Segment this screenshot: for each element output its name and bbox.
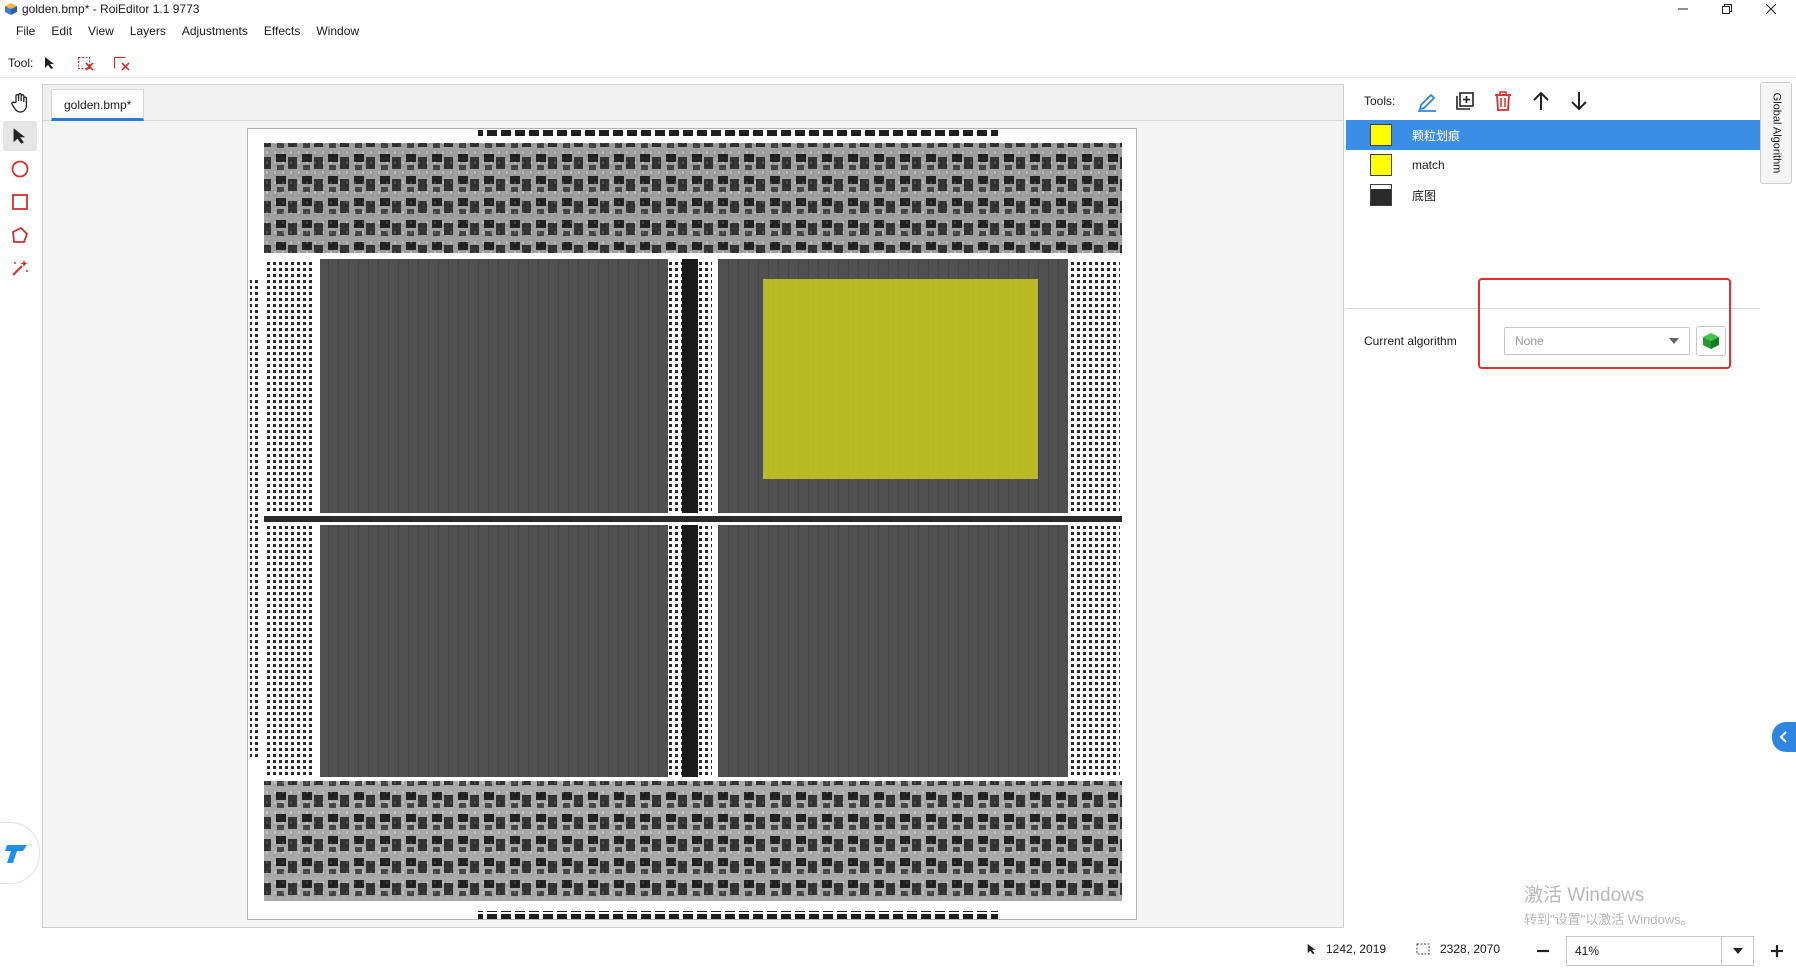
app-icon — [5, 3, 17, 15]
document-area: golden.bmp* — [42, 84, 1344, 928]
layer-name: 颗粒划痕 — [1412, 128, 1461, 143]
canvas-viewport[interactable] — [43, 122, 1343, 927]
layer-image-thumbnail — [1370, 184, 1392, 206]
hand-icon — [11, 93, 28, 113]
minimize-icon — [1678, 8, 1688, 10]
pointer-icon — [13, 128, 26, 144]
chevron-down-icon — [1669, 338, 1679, 344]
polygon-icon — [12, 226, 29, 243]
zoom-out-button[interactable] — [1528, 936, 1558, 966]
layer-color-swatch — [1370, 154, 1392, 176]
close-button[interactable] — [1748, 0, 1794, 18]
layer-item-match[interactable]: match — [1346, 150, 1760, 180]
pointer-icon — [45, 56, 55, 69]
window-title: golden.bmp* - RoiEditor 1.1 9773 — [22, 2, 200, 16]
pointer-tool-button[interactable] — [37, 51, 63, 75]
windows-activation-watermark: 激活 Windows 转到"设置"以激活 Windows。 — [1524, 880, 1694, 928]
selection-size-icon — [1416, 943, 1430, 955]
minimize-button[interactable] — [1660, 0, 1706, 18]
algorithm-row: Current algorithm None — [1346, 312, 1760, 370]
magic-wand-icon — [12, 260, 28, 276]
delete-all-button[interactable] — [109, 51, 135, 75]
document-tabs: golden.bmp* — [43, 85, 1343, 121]
tools-label: Tools: — [1364, 94, 1396, 108]
menu-file[interactable]: File — [8, 24, 43, 38]
chip-die-image — [248, 129, 1136, 919]
title-bar: golden.bmp* - RoiEditor 1.1 9773 — [0, 0, 1796, 18]
collapse-panel-button[interactable] — [1772, 722, 1796, 752]
menu-adjustments[interactable]: Adjustments — [174, 24, 256, 38]
polygon-tool-button[interactable] — [3, 220, 37, 250]
panel-divider — [1346, 308, 1760, 309]
global-algorithm-label: Global Algorithm — [1770, 92, 1782, 174]
minus-icon — [1537, 949, 1549, 953]
magic-wand-tool-button[interactable] — [3, 253, 37, 283]
hand-tool-button[interactable] — [3, 88, 37, 118]
layers-panel: Tools: 颗粒划痕 match 底图 Current algorithm N… — [1346, 84, 1760, 928]
menu-layers[interactable]: Layers — [122, 24, 174, 38]
restore-icon — [1722, 4, 1732, 14]
zoom-input[interactable]: 41% — [1566, 936, 1722, 966]
tab-golden-bmp[interactable]: golden.bmp* — [51, 89, 145, 121]
zoom-value: 41% — [1575, 944, 1600, 958]
watermark-line1: 激活 Windows — [1524, 885, 1645, 906]
circle-tool-button[interactable] — [3, 154, 37, 184]
layer-item-base-image[interactable]: 底图 — [1346, 180, 1760, 210]
delete-icon — [1495, 91, 1512, 111]
rectangle-icon — [12, 194, 28, 210]
tool-toolbar: Tool: — [0, 48, 1796, 78]
algorithm-value: None — [1515, 334, 1544, 348]
close-icon — [1766, 4, 1776, 14]
pointer-icon — [1307, 943, 1316, 955]
rectangle-tool-button[interactable] — [3, 187, 37, 217]
layer-name: match — [1412, 158, 1445, 172]
menu-edit[interactable]: Edit — [43, 24, 80, 38]
chevron-down-icon — [1732, 948, 1743, 954]
menu-effects[interactable]: Effects — [256, 24, 308, 38]
arrow-down-icon — [1571, 92, 1588, 111]
assistant-logo-icon — [5, 845, 27, 863]
add-layer-icon — [1456, 92, 1475, 110]
selection-size: 2328, 2070 — [1416, 942, 1500, 956]
add-layer-button[interactable] — [1451, 87, 1479, 115]
layer-list: 颗粒划痕 match 底图 — [1346, 120, 1760, 308]
image-dimensions: 2328, 2070 — [1440, 942, 1501, 956]
layer-tools: Tools: — [1346, 84, 1760, 118]
global-algorithm-tab[interactable]: Global Algorithm — [1760, 82, 1792, 184]
move-layer-down-button[interactable] — [1565, 87, 1593, 115]
status-bar: 1242, 2019 2328, 2070 — [0, 934, 1796, 968]
select-tool-button[interactable] — [3, 121, 37, 151]
delete-layer-button[interactable] — [1489, 87, 1517, 115]
algorithm-settings-button[interactable] — [1696, 326, 1726, 356]
delete-selection-button[interactable] — [73, 51, 99, 75]
arrow-up-icon — [1533, 91, 1550, 110]
algorithm-label: Current algorithm — [1364, 334, 1457, 348]
wafer-image[interactable] — [247, 128, 1137, 920]
cursor-coordinates: 1242, 2019 — [1326, 942, 1387, 956]
watermark-line2: 转到"设置"以激活 Windows。 — [1524, 912, 1694, 927]
chevron-left-icon — [1779, 731, 1787, 743]
left-toolbox — [0, 84, 40, 924]
roi-region[interactable] — [763, 279, 1038, 479]
restore-button[interactable] — [1704, 0, 1750, 18]
delete-all-icon — [114, 56, 130, 71]
zoom-in-button[interactable] — [1762, 936, 1792, 966]
menu-view[interactable]: View — [80, 24, 122, 38]
cursor-position: 1242, 2019 — [1306, 942, 1386, 956]
layer-item-scratch[interactable]: 颗粒划痕 — [1346, 120, 1760, 150]
layer-name: 底图 — [1412, 188, 1437, 203]
edit-icon — [1418, 93, 1437, 112]
layer-color-swatch — [1370, 124, 1392, 146]
circle-icon — [11, 160, 29, 178]
cube-icon — [1703, 333, 1719, 349]
delete-selection-icon — [78, 56, 94, 71]
tool-label: Tool: — [8, 55, 34, 70]
plus-icon — [1771, 945, 1783, 957]
algorithm-select[interactable]: None — [1504, 327, 1690, 355]
edit-layer-button[interactable] — [1413, 87, 1441, 115]
menu-window[interactable]: Window — [308, 24, 367, 38]
menu-bar: File Edit View Layers Adjustments Effect… — [0, 20, 1796, 42]
zoom-dropdown-button[interactable] — [1722, 936, 1754, 966]
move-layer-up-button[interactable] — [1527, 87, 1555, 115]
